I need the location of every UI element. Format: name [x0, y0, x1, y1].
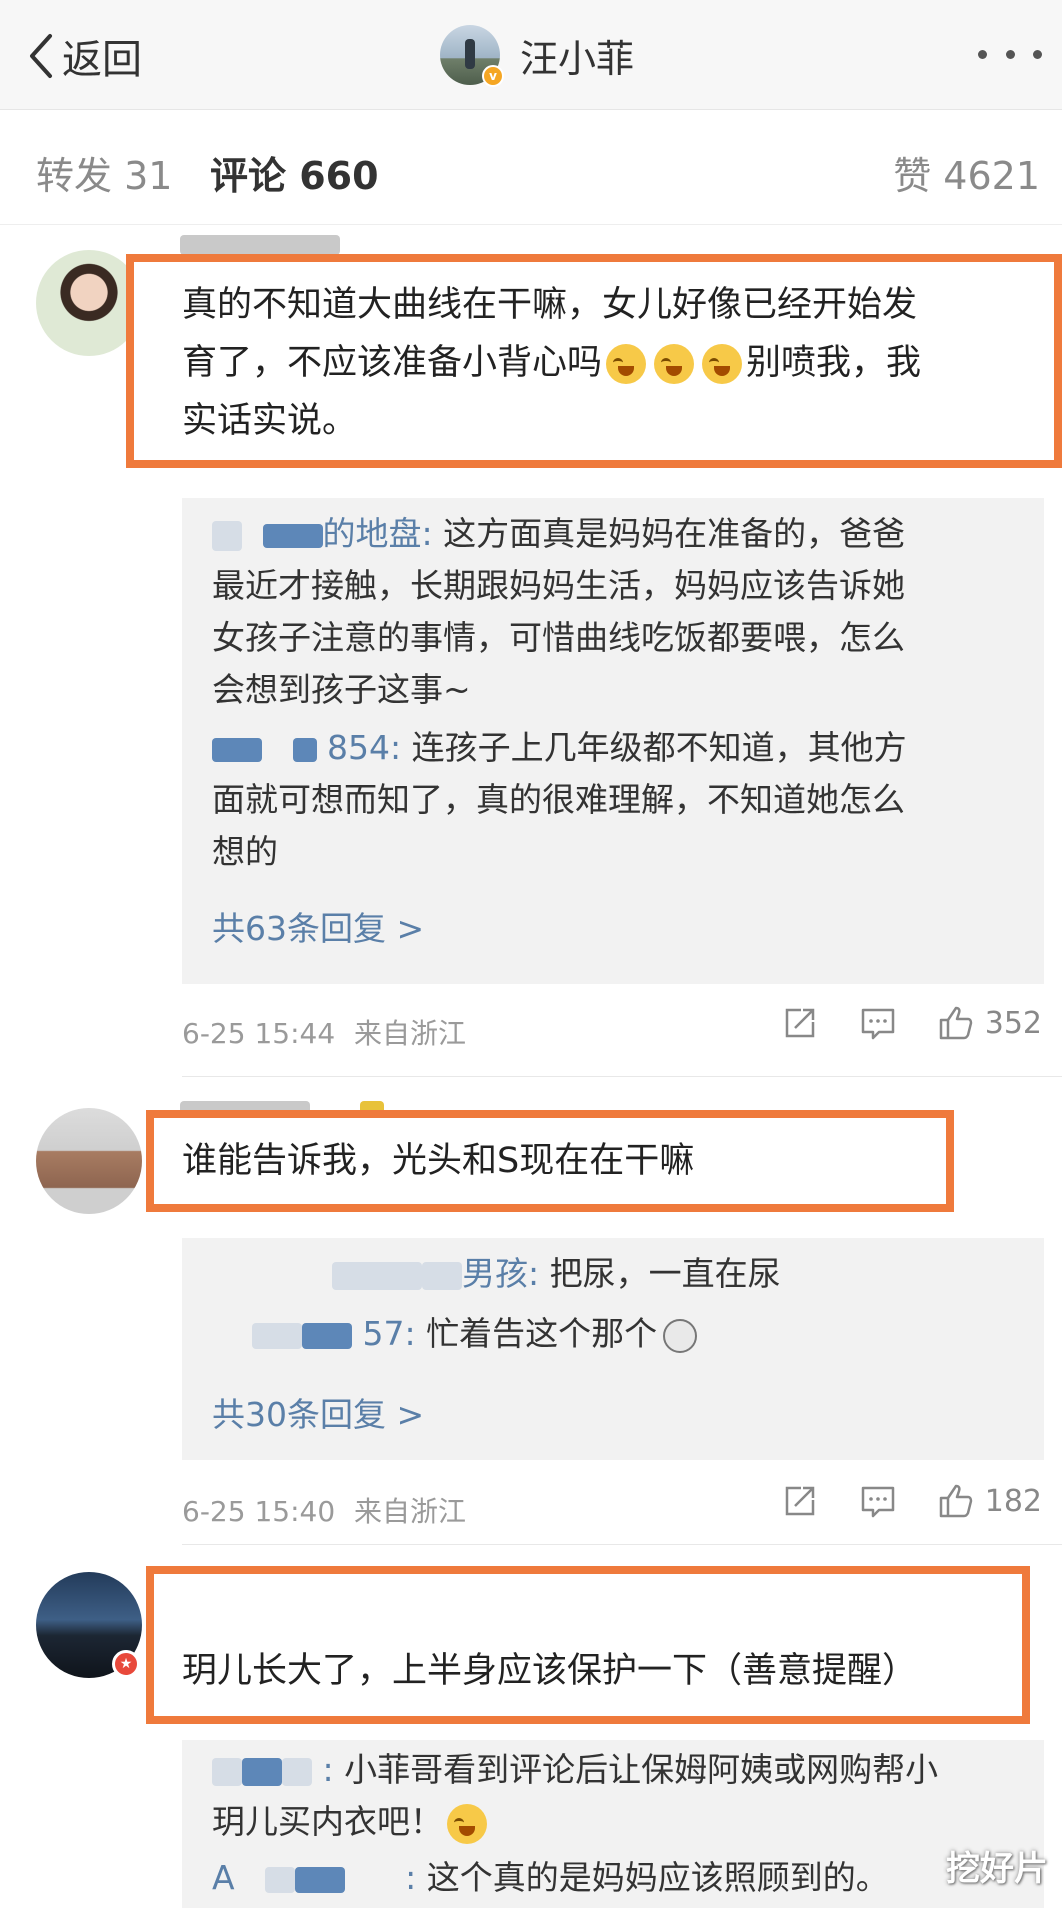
nav-bar: 返回 v 汪小菲	[0, 0, 1062, 110]
comment-text: 玥儿长大了，上半身应该保护一下（善意提醒）	[182, 1642, 1022, 1700]
more-options-icon[interactable]	[978, 36, 1042, 72]
share-icon	[785, 1486, 814, 1516]
reply-text: 把尿，一直在尿	[549, 1254, 781, 1293]
like-count: 182	[984, 1483, 1042, 1519]
reply-author[interactable]: :	[405, 1858, 416, 1897]
comment-actions: 182	[741, 1482, 1042, 1520]
comment-time: 6-25 15:40	[182, 1495, 336, 1528]
comment-item: 真的不知道大曲线在干嘛，女儿好像已经开始发 育了，不应该准备小背心吗 别喷我，我 …	[0, 226, 1062, 1076]
like-button[interactable]: 182	[937, 1482, 1042, 1520]
comment-icon	[861, 1008, 894, 1040]
comment-author[interactable]	[180, 226, 340, 256]
reply-button[interactable]	[859, 1482, 897, 1520]
reply-text: 小菲哥看到评论后让保姆阿姨或网购帮小	[344, 1750, 939, 1789]
laugh-cry-emoji-icon	[447, 1803, 487, 1844]
reply-text: 连孩子上几年级都不知道，其他方	[411, 728, 907, 767]
comment-item: ★ 玥儿长大了，上半身应该保护一下（善意提醒） : 小菲哥看到评论后让保姆阿姨或…	[0, 1560, 1062, 1908]
laugh-cry-emoji-icon	[702, 344, 743, 384]
like-button[interactable]: 352	[937, 1004, 1042, 1042]
shocked-emoji-icon	[663, 1318, 698, 1353]
divider	[182, 1544, 1062, 1545]
reply-text: 玥儿买内衣吧！	[212, 1802, 443, 1841]
reply-item[interactable]: 57: 忙着告这个那个	[212, 1308, 1020, 1360]
reply-author[interactable]: 854:	[327, 728, 401, 767]
avatar[interactable]: v	[440, 25, 504, 87]
verified-badge-icon: v	[482, 65, 504, 87]
reply-box[interactable]: 男孩: 把尿，一直在尿 57: 忙着告这个那个 共30条回复 >	[182, 1238, 1044, 1460]
thumbs-up-icon	[939, 1484, 972, 1518]
comment-line: 玥儿长大了，上半身应该保护一下（善意提醒）	[182, 1651, 918, 1691]
laugh-cry-emoji-icon	[606, 344, 647, 384]
rank-badge-icon: ★	[112, 1650, 140, 1678]
share-button[interactable]	[781, 1482, 819, 1520]
reply-item[interactable]: : 小菲哥看到评论后让保姆阿姨或网购帮小 玥儿买内衣吧！	[212, 1744, 1020, 1848]
reply-button[interactable]	[859, 1004, 897, 1042]
page-title: 汪小菲	[520, 36, 635, 81]
comment-item: 谁能告诉我，光头和S现在在干嘛 男孩: 把尿，一直在尿 57: 忙着告这个那个 …	[0, 1090, 1062, 1528]
reply-text: 面就可想而知了，真的很难理解，不知道她怎么	[212, 780, 905, 819]
reply-author[interactable]: A	[212, 1858, 235, 1897]
reply-item[interactable]: A : 这个真的是妈妈应该照顾到的。	[212, 1852, 1020, 1904]
back-button[interactable]: 返回	[26, 26, 142, 86]
reply-text: 忙着告这个那个	[426, 1314, 658, 1353]
reply-text: 女孩子注意的事情，可惜曲线吃饭都要喂，怎么	[212, 618, 905, 657]
comment-meta: 6-25 15:40 来自浙江	[182, 1490, 466, 1530]
reply-text: 想的	[212, 832, 278, 871]
avatar[interactable]	[36, 1108, 142, 1214]
share-icon	[785, 1008, 814, 1038]
reply-text: 最近才接触，长期跟妈妈生活，妈妈应该告诉她	[212, 566, 905, 605]
tab-like[interactable]: 赞 4621	[893, 145, 1040, 200]
comment-line: 实话实说。	[182, 401, 358, 441]
laugh-cry-emoji-icon	[654, 344, 695, 384]
comment-meta: 6-25 15:44 来自浙江	[182, 1012, 466, 1052]
chevron-left-icon	[30, 34, 52, 78]
reply-author[interactable]: :	[323, 1750, 334, 1789]
share-button[interactable]	[781, 1004, 819, 1042]
tab-repost[interactable]: 转发 31	[36, 145, 172, 200]
reply-author[interactable]: 57:	[363, 1314, 416, 1353]
comment-line: 育了，不应该准备小背心吗 别喷我，我	[182, 343, 922, 384]
nav-user[interactable]: v 汪小菲	[440, 20, 634, 90]
reply-box[interactable]: 的地盘: 这方面真是妈妈在准备的，爸爸 最近才接触，长期跟妈妈生活，妈妈应该告诉…	[182, 498, 1044, 984]
reply-text: 这个真的是妈妈应该照顾到的。	[426, 1858, 889, 1897]
reply-item[interactable]: 854: 连孩子上几年级都不知道，其他方 面就可想而知了，真的很难理解，不知道她…	[212, 722, 1020, 878]
reply-author[interactable]: 男孩:	[462, 1254, 539, 1293]
reply-item[interactable]: 的地盘: 这方面真是妈妈在准备的，爸爸 最近才接触，长期跟妈妈生活，妈妈应该告诉…	[212, 508, 1020, 716]
reply-box[interactable]: : 小菲哥看到评论后让保姆阿姨或网购帮小 玥儿买内衣吧！ A : 这个真的是妈妈…	[182, 1740, 1044, 1908]
comment-time: 6-25 15:44	[182, 1017, 336, 1050]
tab-comment[interactable]: 评论 660	[210, 145, 379, 200]
comment-location: 来自浙江	[354, 1017, 467, 1050]
comment-text: 真的不知道大曲线在干嘛，女儿好像已经开始发 育了，不应该准备小背心吗 别喷我，我 …	[182, 276, 1042, 450]
stats-tabs: 转发 31 评论 660 赞 4621	[0, 111, 1062, 225]
view-more-replies-link[interactable]: 共63条回复 >	[212, 902, 424, 950]
reply-item[interactable]: 男孩: 把尿，一直在尿	[212, 1248, 1020, 1300]
comment-text: 谁能告诉我，光头和S现在在干嘛	[182, 1132, 942, 1190]
thumbs-up-icon	[939, 1006, 972, 1040]
like-count: 352	[984, 1005, 1042, 1041]
reply-author[interactable]: 的地盘:	[323, 514, 433, 553]
comment-line: 真的不知道大曲线在干嘛，女儿好像已经开始发	[182, 285, 918, 325]
comment-icon	[861, 1486, 894, 1518]
back-label: 返回	[62, 37, 142, 83]
watermark: 挖好片	[946, 1849, 1048, 1889]
view-more-replies-link[interactable]: 共30条回复 >	[212, 1388, 424, 1436]
reply-text: 会想到孩子这事~	[212, 670, 471, 709]
divider	[182, 1076, 1062, 1077]
comment-actions: 352	[741, 1004, 1042, 1042]
comment-line: 谁能告诉我，光头和S现在在干嘛	[182, 1141, 695, 1181]
reply-text: 这方面真是妈妈在准备的，爸爸	[443, 514, 906, 553]
comment-location: 来自浙江	[354, 1495, 467, 1528]
